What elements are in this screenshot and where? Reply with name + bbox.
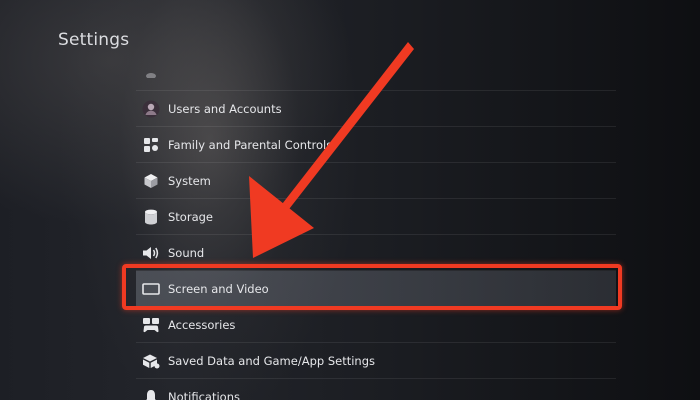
- menu-item-label: Accessories: [168, 317, 236, 332]
- controller-icon: [142, 316, 160, 334]
- highlight-box: [122, 264, 622, 310]
- menu-item-saved-data-and-game-app-settings[interactable]: Saved Data and Game/App Settings: [136, 343, 616, 379]
- settings-screen: Settings Users and Accounts Family and P…: [0, 0, 700, 400]
- family-controls-icon: [142, 136, 160, 154]
- partial-icon: [142, 64, 160, 82]
- menu-item-users-and-accounts[interactable]: Users and Accounts: [136, 91, 616, 127]
- system-cube-icon: [142, 172, 160, 190]
- menu-item-system[interactable]: System: [136, 163, 616, 199]
- menu-item-label: Notifications: [168, 389, 240, 400]
- menu-item-label: System: [168, 173, 211, 188]
- menu-item-storage[interactable]: Storage: [136, 199, 616, 235]
- speaker-icon: [142, 244, 160, 262]
- settings-menu: Users and Accounts Family and Parental C…: [136, 0, 616, 400]
- menu-item-family-and-parental-controls[interactable]: Family and Parental Controls: [136, 127, 616, 163]
- page-title: Settings: [58, 30, 130, 50]
- bell-icon: [142, 388, 160, 400]
- menu-item-label: Storage: [168, 209, 213, 224]
- menu-item-label: Family and Parental Controls: [168, 137, 333, 152]
- menu-item-label: Users and Accounts: [168, 101, 282, 116]
- menu-item-label: Saved Data and Game/App Settings: [168, 353, 375, 368]
- user-avatar-icon: [142, 100, 160, 118]
- menu-item-label: Sound: [168, 245, 205, 260]
- storage-icon: [142, 208, 160, 226]
- menu-item-notifications[interactable]: Notifications: [136, 379, 616, 400]
- menu-item-partial[interactable]: [136, 55, 616, 91]
- saved-data-icon: [142, 352, 160, 370]
- menu-item-accessories[interactable]: Accessories: [136, 307, 616, 343]
